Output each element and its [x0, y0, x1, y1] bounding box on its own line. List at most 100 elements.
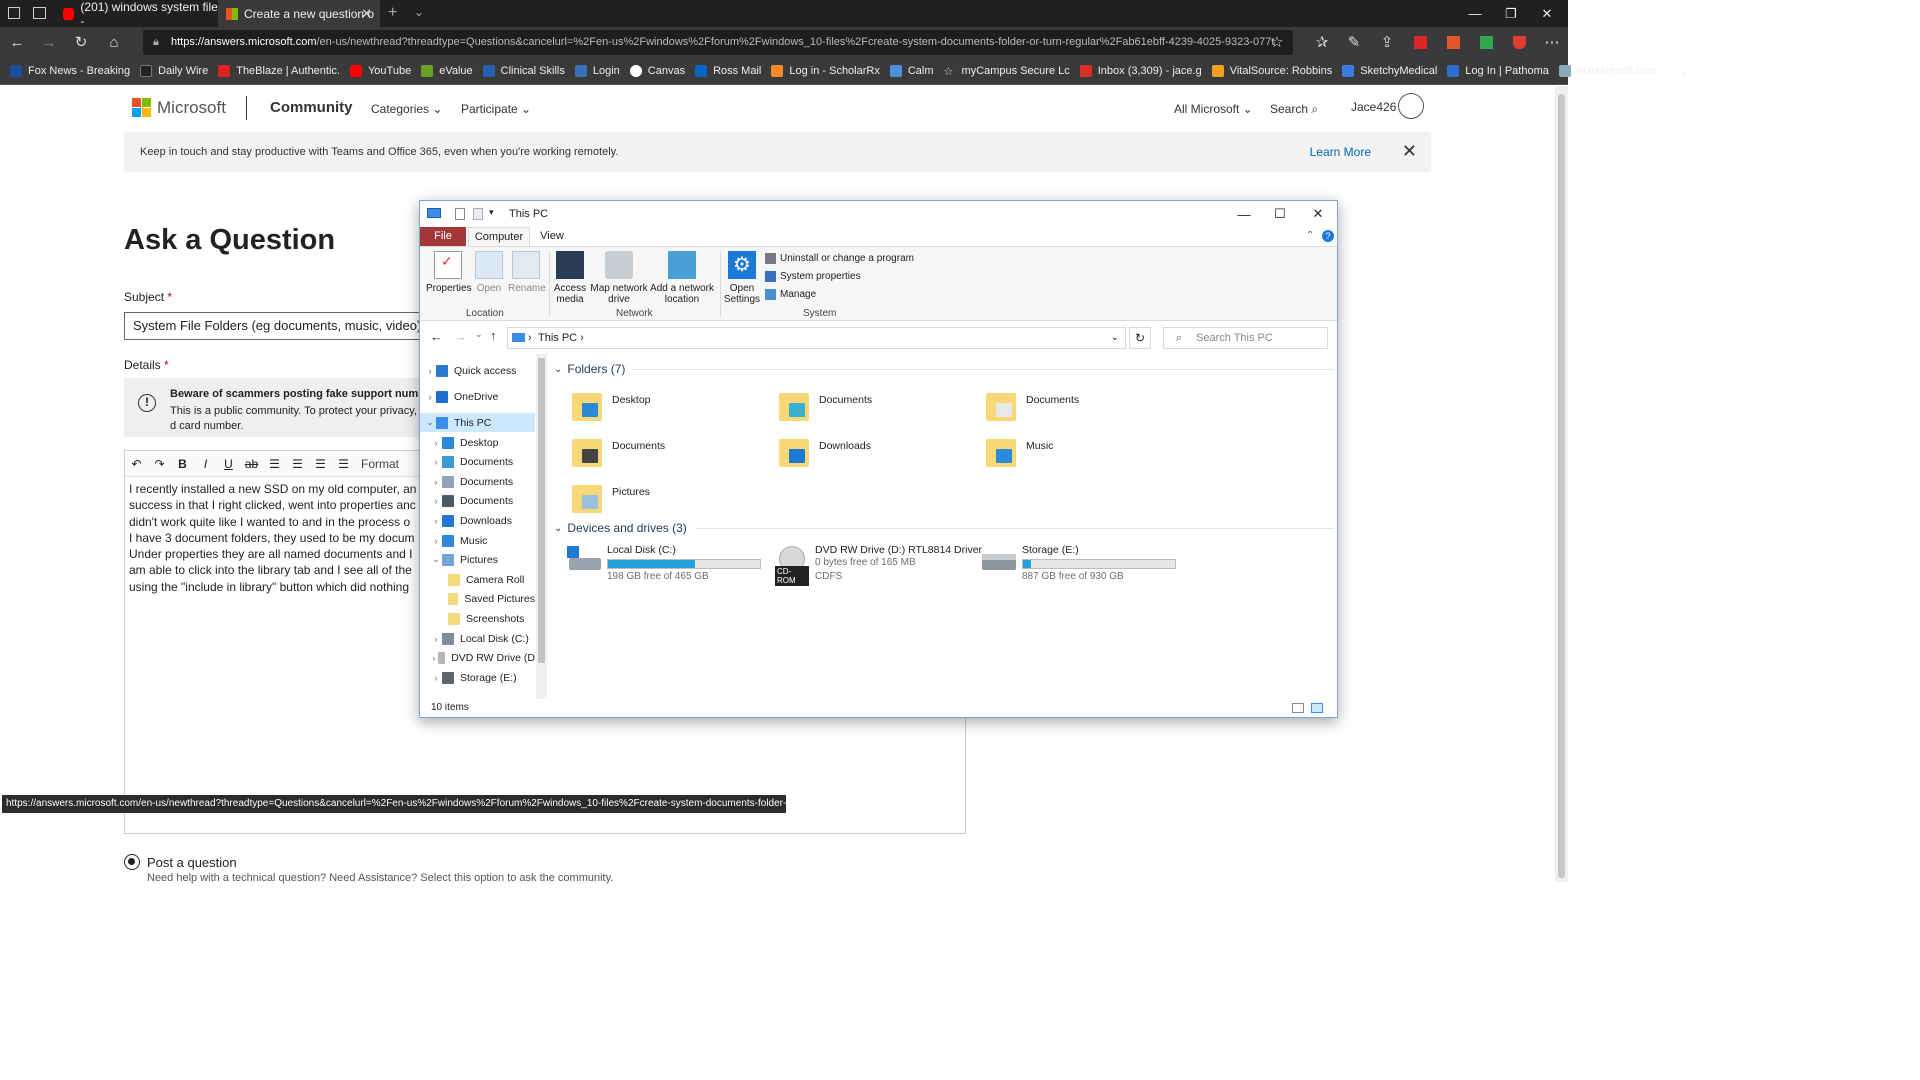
- chevron-right-icon[interactable]: ›: [430, 653, 438, 663]
- extension-red-icon[interactable]: [1414, 36, 1427, 49]
- chevron-right-icon[interactable]: ›: [424, 366, 436, 376]
- maximize-button[interactable]: ☐: [1262, 201, 1298, 227]
- map-network-drive-button[interactable]: Map network drive: [589, 251, 649, 305]
- close-tab-icon[interactable]: ✕: [361, 6, 372, 22]
- close-icon[interactable]: ✕: [1402, 141, 1417, 162]
- collapse-ribbon-icon[interactable]: ⌃: [1306, 230, 1314, 241]
- community-link[interactable]: Community: [270, 99, 353, 116]
- up-arrow-icon[interactable]: ↑: [490, 328, 497, 343]
- tab-view[interactable]: View: [534, 227, 570, 246]
- bookmark[interactable]: Clinical Skills: [482, 65, 565, 77]
- justify-icon[interactable]: ☰: [332, 457, 355, 471]
- nav-participate[interactable]: Participate ⌄: [461, 102, 531, 116]
- refresh-icon[interactable]: ↻: [1129, 327, 1151, 349]
- nav-categories[interactable]: Categories ⌄: [371, 102, 442, 116]
- post-question-label[interactable]: Post a question: [147, 855, 237, 870]
- open-settings-button[interactable]: ⚙ Open Settings: [723, 251, 761, 305]
- bookmark[interactable]: Fox News - Breaking: [10, 65, 130, 77]
- close-window-button[interactable]: ✕: [1524, 0, 1570, 27]
- nav-item[interactable]: Camera Roll: [420, 570, 535, 589]
- tab-actions-icon[interactable]: [8, 7, 20, 19]
- more-menu-icon[interactable]: ⋯: [1540, 31, 1564, 53]
- navigation-pane[interactable]: › Quick access › OneDrive ⌄ This PC › Desktop › D…: [420, 354, 547, 699]
- folder-item[interactable]: Documents: [572, 435, 772, 477]
- system-properties-button[interactable]: System properties: [765, 271, 861, 282]
- folder-item[interactable]: Documents: [986, 389, 1186, 431]
- details-text[interactable]: I recently installed a new SSD on my old…: [129, 481, 421, 595]
- folder-item[interactable]: Pictures: [572, 481, 772, 523]
- nav-item[interactable]: › Quick access: [420, 361, 535, 380]
- details-view-icon[interactable]: [1292, 703, 1304, 713]
- nav-item[interactable]: › Downloads: [420, 511, 535, 530]
- tab-computer[interactable]: Computer: [468, 227, 530, 246]
- large-icons-view-icon[interactable]: [1311, 703, 1323, 713]
- underline-icon[interactable]: U: [217, 457, 240, 471]
- search-link[interactable]: Search ⌕: [1270, 102, 1318, 117]
- chevron-down-icon[interactable]: ⌄: [424, 417, 436, 428]
- align-right-icon[interactable]: ☰: [309, 457, 332, 471]
- url-bar[interactable]: 🔒︎ https://answers.microsoft.com/en-us/n…: [143, 30, 1293, 55]
- access-media-button[interactable]: Access media: [553, 251, 587, 305]
- explorer-search-input[interactable]: ⌕ Search This PC: [1163, 327, 1328, 349]
- nav-item[interactable]: ⌄ This PC: [420, 413, 535, 432]
- scrollbar-thumb[interactable]: [1558, 94, 1565, 878]
- address-history-chevron-icon[interactable]: ⌄: [1111, 328, 1119, 348]
- avatar[interactable]: [1398, 93, 1424, 119]
- forward-button[interactable]: →: [37, 31, 61, 53]
- bookmark[interactable]: VitalSource: Robbins: [1211, 65, 1332, 77]
- redo-icon[interactable]: ↷: [148, 457, 171, 471]
- bookmark[interactable]: Canvas: [629, 65, 685, 77]
- bookmark[interactable]: Inbox (3,309) - jace.g: [1079, 65, 1202, 77]
- drives-section-header[interactable]: ⌄ Devices and drives (3): [554, 521, 1334, 535]
- microsoft-logo-icon[interactable]: [132, 98, 152, 118]
- tab-file[interactable]: File: [420, 227, 466, 246]
- nav-item[interactable]: › DVD RW Drive (D: [420, 648, 535, 667]
- new-tab-button[interactable]: +: [388, 4, 397, 22]
- back-arrow-icon[interactable]: ←: [430, 329, 443, 344]
- user-name[interactable]: Jace426: [1351, 100, 1396, 114]
- back-button[interactable]: ←: [5, 31, 29, 53]
- drive-item[interactable]: Local Disk (C:) 198 GB free of 465 GB: [567, 542, 767, 584]
- extension-shield-icon[interactable]: [1513, 36, 1526, 49]
- bookmark[interactable]: Log In | Pathoma: [1447, 65, 1549, 77]
- breadcrumb-this-pc[interactable]: This PC: [538, 332, 577, 344]
- help-icon[interactable]: ?: [1322, 230, 1334, 242]
- subject-input[interactable]: System File Folders (eg documents, music…: [124, 312, 424, 340]
- favorite-star-icon[interactable]: ☆: [1265, 31, 1289, 53]
- content-pane[interactable]: ⌄ Folders (7) Desktop Documents Documents Do…: [552, 354, 1337, 699]
- bookmark[interactable]: YouTube: [349, 65, 411, 77]
- chevron-right-icon[interactable]: ›: [430, 516, 442, 526]
- manage-button[interactable]: Manage: [765, 289, 816, 300]
- nav-item[interactable]: › Desktop: [420, 433, 535, 452]
- folder-item[interactable]: Documents: [779, 389, 979, 431]
- chevron-right-icon[interactable]: ›: [430, 673, 442, 683]
- bold-icon[interactable]: B: [171, 457, 194, 471]
- brand-name[interactable]: Microsoft: [157, 98, 226, 118]
- align-center-icon[interactable]: ☰: [286, 457, 309, 471]
- forward-arrow-icon[interactable]: →: [454, 329, 467, 344]
- chevron-right-icon[interactable]: ›: [424, 392, 436, 402]
- chevron-right-icon[interactable]: ›: [430, 536, 442, 546]
- scrollbar-thumb[interactable]: [538, 358, 545, 663]
- all-microsoft-menu[interactable]: All Microsoft ⌄: [1174, 102, 1253, 116]
- tab-preview-icon[interactable]: [33, 7, 46, 19]
- customize-qat-icon[interactable]: ▾: [489, 207, 494, 218]
- chevron-right-icon[interactable]: ›: [430, 438, 442, 448]
- close-button[interactable]: ✕: [1300, 201, 1336, 227]
- home-button[interactable]: ⌂: [102, 31, 126, 53]
- drive-item[interactable]: CD-ROM DVD RW Drive (D:) RTL8814 Driver 0 …: [775, 542, 982, 586]
- add-network-location-button[interactable]: Add a network location: [650, 251, 714, 305]
- share-icon[interactable]: ⇪: [1375, 31, 1399, 53]
- bookmark[interactable]: TheBlaze | Authentic.: [218, 65, 340, 77]
- bookmark[interactable]: Calm: [889, 65, 934, 77]
- folders-section-header[interactable]: ⌄ Folders (7): [554, 362, 1334, 376]
- chevron-right-icon[interactable]: ›: [430, 496, 442, 506]
- tab-youtube[interactable]: (201) windows system file -: [55, 0, 218, 28]
- uninstall-program-button[interactable]: Uninstall or change a program: [765, 253, 914, 264]
- bookmark[interactable]: eValue: [421, 65, 473, 77]
- nav-item[interactable]: Saved Pictures: [420, 589, 535, 608]
- pen-icon[interactable]: ✎: [1342, 31, 1366, 53]
- nav-item[interactable]: › Documents: [420, 452, 535, 471]
- file-explorer-window[interactable]: ▾ This PC — ☐ ✕ File Computer View ⌃ ? ✓…: [419, 200, 1338, 718]
- nav-item[interactable]: Screenshots: [420, 609, 535, 628]
